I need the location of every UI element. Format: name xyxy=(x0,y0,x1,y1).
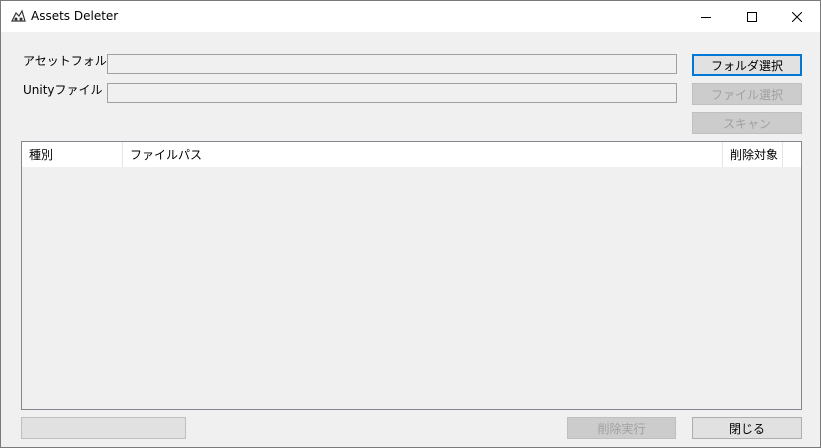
column-file-path[interactable]: ファイルパス xyxy=(123,142,723,167)
file-list[interactable]: 種別 ファイルパス 削除対象 xyxy=(21,141,802,410)
column-type[interactable]: 種別 xyxy=(22,142,123,167)
close-icon xyxy=(792,11,802,22)
maximize-icon xyxy=(747,11,757,22)
window-title: Assets Deleter xyxy=(31,9,119,23)
close-button[interactable]: 閉じる xyxy=(692,417,802,439)
minimize-button[interactable] xyxy=(683,1,729,32)
column-delete-target[interactable]: 削除対象 xyxy=(723,142,783,167)
app-window: Assets Deleter アセットフォルダ Unityファイル フォルダ選択… xyxy=(0,0,821,448)
unity-file-label: Unityファイル xyxy=(23,83,103,97)
unity-cloud-icon xyxy=(11,9,26,22)
select-file-button[interactable]: ファイル選択 xyxy=(692,83,802,105)
maximize-button[interactable] xyxy=(729,1,775,32)
asset-folder-field[interactable] xyxy=(107,54,677,74)
select-folder-button[interactable]: フォルダ選択 xyxy=(692,54,802,76)
close-window-button[interactable] xyxy=(774,1,820,32)
title-bar[interactable]: Assets Deleter xyxy=(1,1,820,32)
list-header: 種別 ファイルパス 削除対象 xyxy=(22,142,801,167)
unity-file-field[interactable] xyxy=(107,83,677,103)
execute-delete-button[interactable]: 削除実行 xyxy=(567,417,676,439)
status-box xyxy=(21,417,186,439)
asset-folder-label: アセットフォルダ xyxy=(23,54,119,68)
scan-button[interactable]: スキャン xyxy=(692,112,802,134)
minimize-icon xyxy=(701,16,711,18)
